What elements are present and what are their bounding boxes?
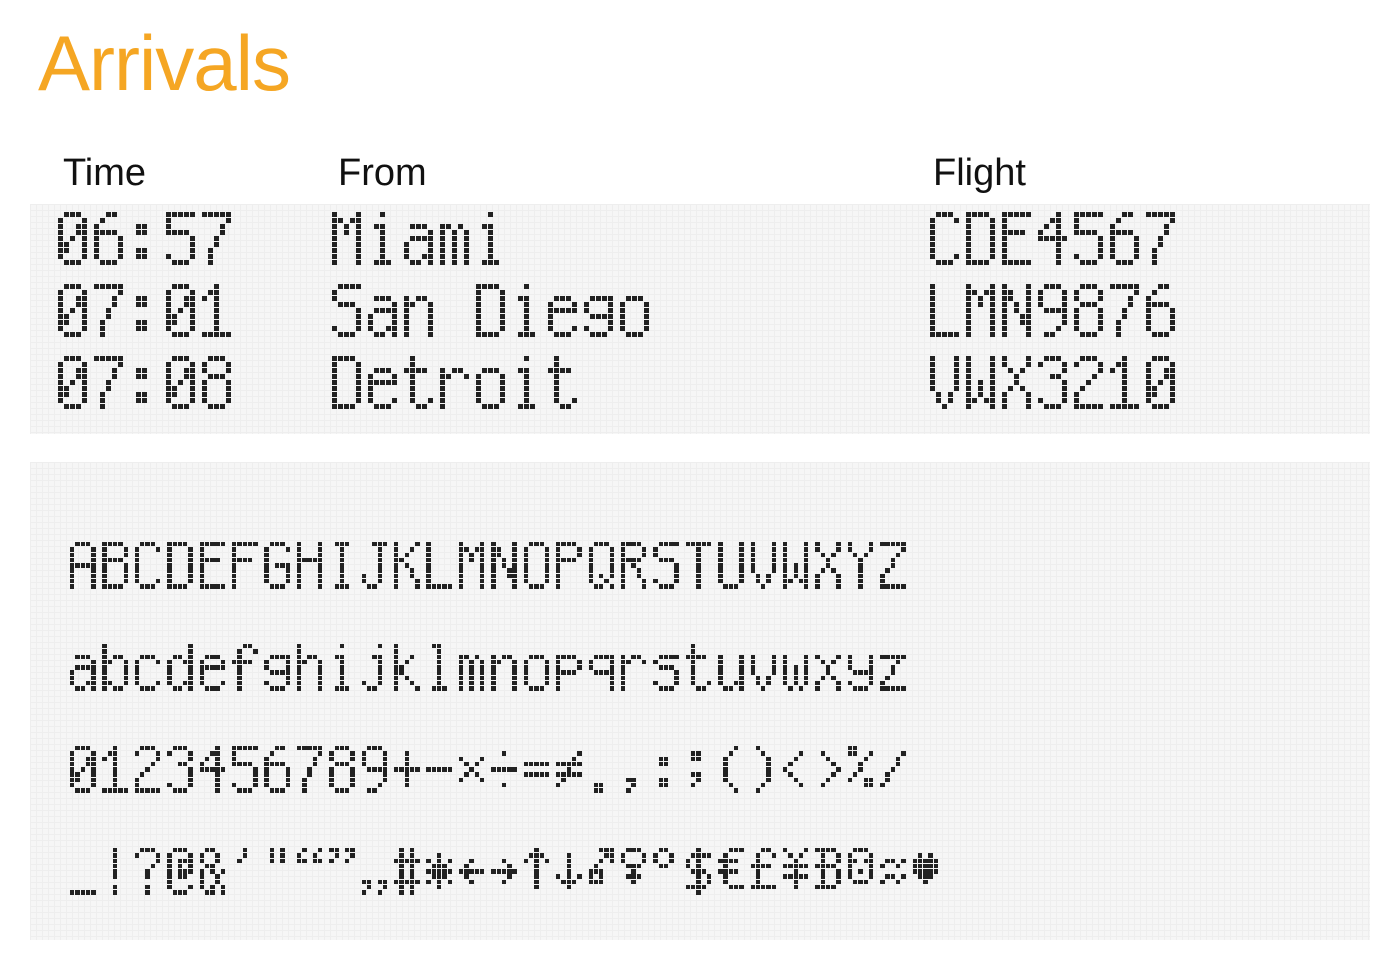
header-flight: Flight bbox=[933, 152, 1026, 195]
header-from: From bbox=[338, 152, 427, 195]
glyph-specimen-board bbox=[30, 462, 1370, 940]
header-time: Time bbox=[63, 152, 146, 195]
page-title: Arrivals bbox=[38, 18, 290, 109]
arrivals-board bbox=[30, 204, 1370, 434]
